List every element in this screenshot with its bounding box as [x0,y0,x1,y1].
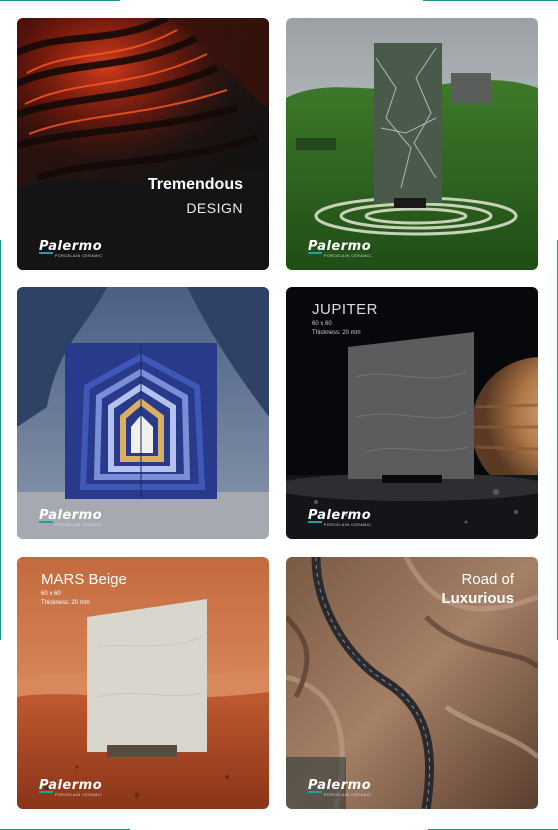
logo-accent-bar [308,252,322,254]
logo-accent-bar [308,791,322,793]
brand-logo: Palermo porcelain ceramic [39,509,103,527]
logo-accent-bar [39,521,53,523]
brand-logo: Palermo porcelain ceramic [308,509,372,527]
brand-tagline: porcelain ceramic [55,254,103,258]
brand-logo: Palermo porcelain ceramic [39,240,103,258]
brand-logo: Palermo porcelain ceramic [39,779,103,797]
caption-line-2: DESIGN [186,200,243,216]
brand-tagline: porcelain ceramic [324,793,372,797]
product-grid: Tremendous DESIGN Palermo porcelain cera… [0,0,558,830]
caption-line-2: Luxurious [441,590,514,607]
caption-line-1: Road of [461,571,514,588]
brand-logo: Palermo porcelain ceramic [308,240,372,258]
tile-caption: MARS Beige 60 x 60 Thickness: 20 mm [41,571,127,606]
logo-accent-bar [39,252,53,254]
product-size: 60 x 60 [41,591,61,597]
logo-accent-bar [39,791,53,793]
product-thickness: Thickness: 20 mm [312,330,361,336]
tile-caption: Tremendous DESIGN [148,176,243,216]
tile-caption: JUPITER 60 x 60 Thickness: 20 mm [312,301,378,336]
logo-accent-bar [308,521,322,523]
product-title: JUPITER [312,301,379,318]
blue-agate-image [17,287,269,539]
brand-tagline: porcelain ceramic [324,254,372,258]
brand-tagline: porcelain ceramic [324,523,372,527]
product-thickness: Thickness: 20 mm [41,600,90,606]
tile-jupiter[interactable]: JUPITER 60 x 60 Thickness: 20 mm Palermo… [286,287,538,539]
brand-logo: Palermo porcelain ceramic [308,779,372,797]
caption-line-1: Tremendous [147,176,243,193]
tile-tremendous-design[interactable]: Tremendous DESIGN Palermo porcelain cera… [17,18,269,270]
brand-tagline: porcelain ceramic [55,793,103,797]
product-title: MARS Beige [41,571,127,588]
brand-tagline: porcelain ceramic [55,523,103,527]
tile-blue-agate[interactable]: Palermo porcelain ceramic [17,287,269,539]
lava-image [17,18,269,270]
tile-caption: Road of Luxurious [441,571,514,607]
green-field-image [286,18,538,270]
tile-green-marble[interactable]: Palermo porcelain ceramic [286,18,538,270]
product-size: 60 x 60 [312,321,332,327]
tile-road-of-luxurious[interactable]: Road of Luxurious Palermo porcelain cera… [286,557,538,809]
tile-mars-beige[interactable]: MARS Beige 60 x 60 Thickness: 20 mm Pale… [17,557,269,809]
